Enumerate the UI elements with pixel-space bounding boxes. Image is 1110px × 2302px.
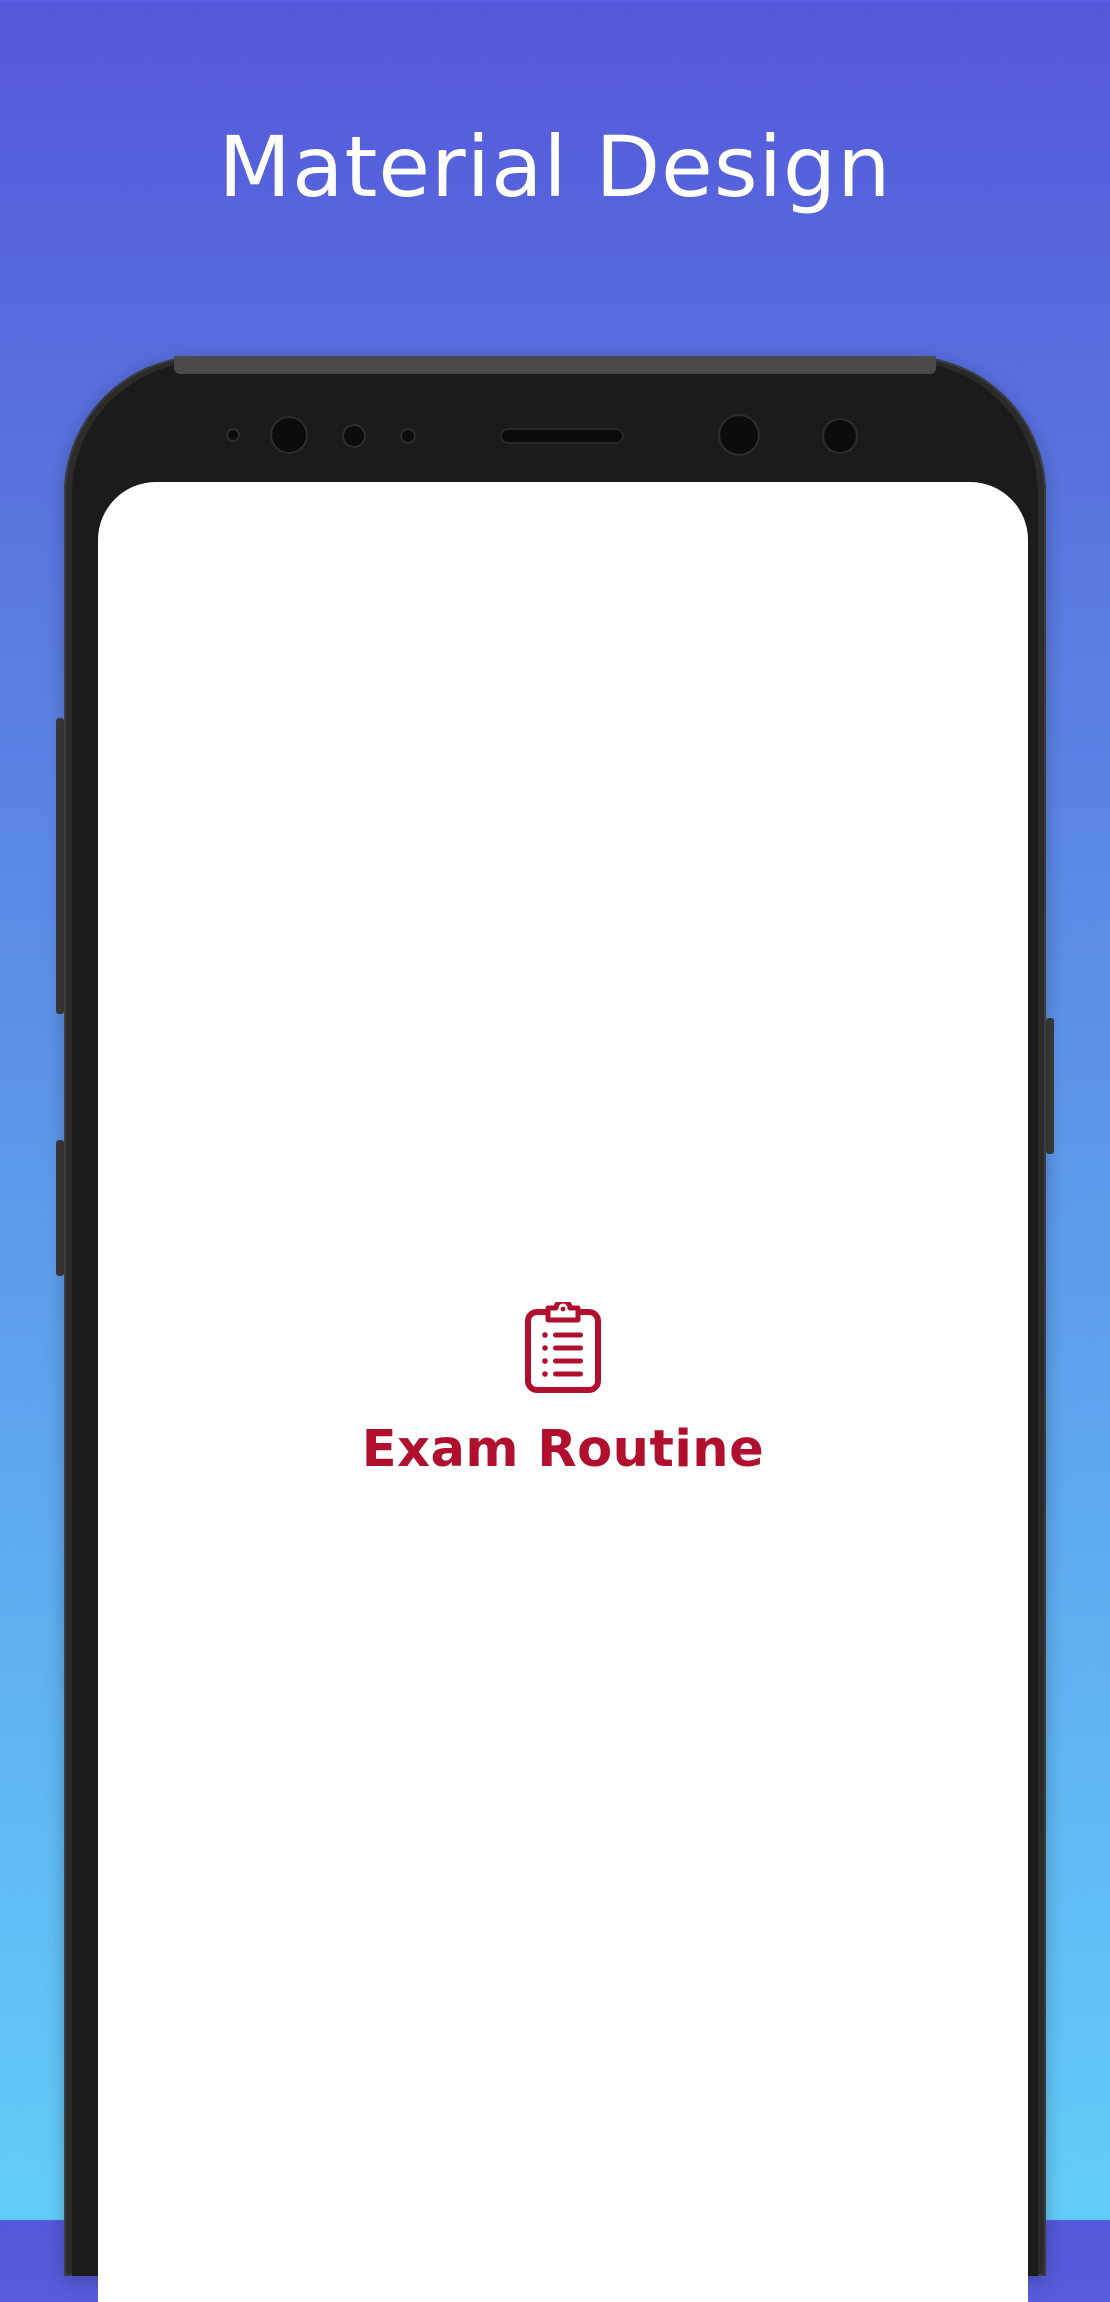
iris-camera-icon [270, 416, 308, 454]
phone-top-edge [174, 356, 936, 374]
proximity-sensor-icon [226, 428, 240, 442]
splash-content: Exam Routine [98, 1302, 1028, 1480]
front-camera-icon [718, 414, 760, 456]
earpiece-speaker [500, 428, 624, 444]
app-name: Exam Routine [361, 1420, 765, 1479]
phone-mockup: Exam Routine [64, 356, 1046, 2302]
phone-volume-down-button [56, 1140, 64, 1276]
phone-bezel: Exam Routine [72, 362, 1038, 2302]
phone-power-button [1046, 1018, 1054, 1154]
iris-scanner-icon [822, 418, 858, 454]
clipboard-list-icon [525, 1302, 601, 1393]
promo-headline: Material Design [218, 118, 892, 216]
phone-volume-up-button [56, 718, 64, 1014]
light-sensor-icon [342, 424, 366, 448]
led-indicator-icon [400, 428, 416, 444]
app-screen[interactable]: Exam Routine [98, 482, 1028, 2302]
